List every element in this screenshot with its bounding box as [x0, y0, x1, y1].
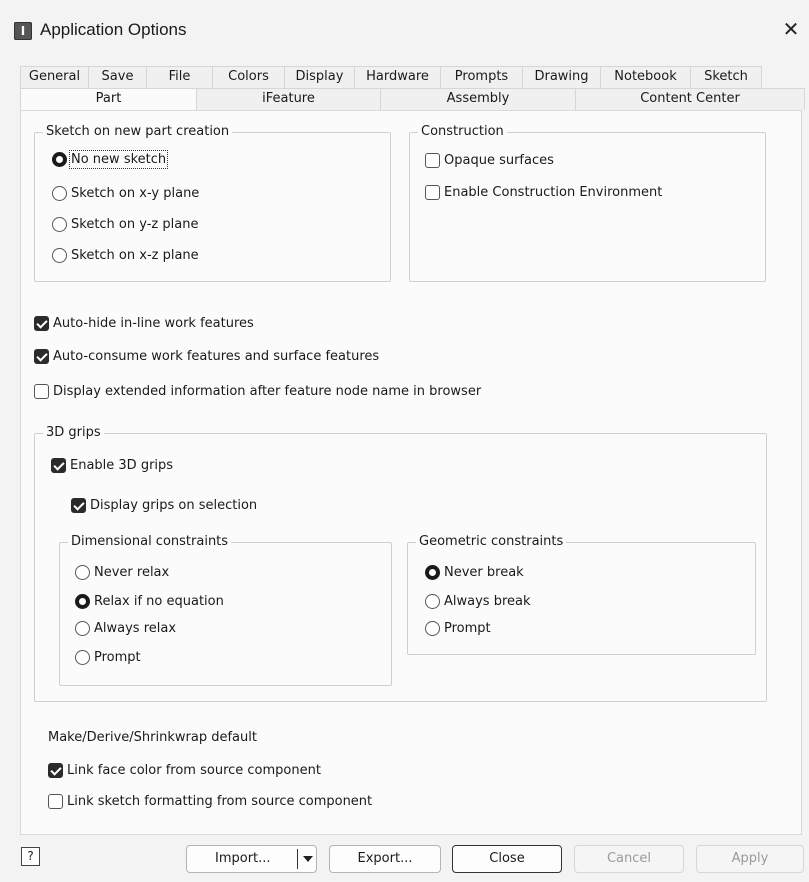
checkbox-label: Display grips on selection	[90, 498, 258, 513]
radio-indicator[interactable]	[425, 594, 440, 609]
checkbox-link-face-color[interactable]: Link face color from source component	[48, 763, 321, 778]
radio-indicator[interactable]	[75, 565, 90, 580]
cancel-button[interactable]: Cancel	[574, 845, 684, 873]
checkbox-opaque-surfaces[interactable]: Opaque surfaces	[425, 153, 554, 168]
tab-notebook[interactable]: Notebook	[600, 66, 691, 88]
radio-label: Relax if no equation	[94, 594, 224, 609]
radio-indicator[interactable]	[52, 186, 67, 201]
checkbox-enable-construction-environment[interactable]: Enable Construction Environment	[425, 185, 662, 200]
tab-content-center[interactable]: Content Center	[575, 88, 805, 110]
group-label: Geometric constraints	[416, 534, 567, 549]
import-label: Import...	[215, 851, 271, 866]
application-options-window: I Application Options ✕ General Save Fil…	[0, 0, 809, 879]
chevron-down-icon[interactable]	[302, 846, 314, 882]
tab-display[interactable]: Display	[284, 66, 355, 88]
app-icon: I	[14, 22, 32, 40]
checkbox-indicator[interactable]	[34, 384, 49, 399]
tab-file[interactable]: File	[146, 66, 213, 88]
radio-no-new-sketch[interactable]: No new sketch	[52, 150, 169, 169]
tab-row-1: General Save File Colors Display Hardwar…	[20, 66, 762, 88]
radio-label: Sketch on x-y plane	[71, 186, 200, 201]
checkbox-link-sketch-formatting[interactable]: Link sketch formatting from source compo…	[48, 794, 372, 809]
checkbox-label: Enable Construction Environment	[444, 185, 663, 200]
tab-assembly[interactable]: Assembly	[380, 88, 576, 110]
title-bar: I Application Options ✕	[0, 0, 809, 56]
radio-label: Never relax	[94, 565, 170, 580]
radio-never-relax[interactable]: Never relax	[75, 565, 169, 580]
radio-indicator[interactable]	[52, 248, 67, 263]
checkbox-indicator[interactable]	[34, 349, 49, 364]
checkbox-label: Link face color from source component	[67, 763, 321, 778]
radio-never-break[interactable]: Never break	[425, 565, 524, 580]
checkbox-indicator[interactable]	[51, 458, 66, 473]
checkbox-auto-consume-work-features[interactable]: Auto-consume work features and surface f…	[34, 349, 379, 364]
radio-label: Always relax	[94, 621, 177, 636]
radio-sketch-xy[interactable]: Sketch on x-y plane	[52, 186, 199, 201]
tab-hardware[interactable]: Hardware	[354, 66, 441, 88]
radio-label: Sketch on y-z plane	[71, 217, 199, 232]
tab-drawing[interactable]: Drawing	[522, 66, 601, 88]
radio-indicator[interactable]	[52, 152, 67, 167]
radio-label: Sketch on x-z plane	[71, 248, 199, 263]
radio-label: No new sketch	[68, 150, 169, 169]
group-label: Dimensional constraints	[68, 534, 232, 549]
radio-relax-if-no-equation[interactable]: Relax if no equation	[75, 594, 224, 609]
radio-sketch-xz[interactable]: Sketch on x-z plane	[52, 248, 199, 263]
group-label: Construction	[418, 124, 507, 139]
radio-geometric-prompt[interactable]: Prompt	[425, 621, 491, 636]
tab-general[interactable]: General	[20, 66, 89, 88]
checkbox-indicator[interactable]	[425, 153, 440, 168]
export-button[interactable]: Export...	[329, 845, 441, 873]
tab-sketch[interactable]: Sketch	[690, 66, 762, 88]
checkbox-indicator[interactable]	[71, 498, 86, 513]
radio-indicator[interactable]	[425, 621, 440, 636]
checkbox-label: Opaque surfaces	[444, 153, 554, 168]
checkbox-label: Link sketch formatting from source compo…	[67, 794, 373, 809]
close-button[interactable]: Close	[452, 845, 562, 873]
radio-always-relax[interactable]: Always relax	[75, 621, 176, 636]
checkbox-indicator[interactable]	[48, 794, 63, 809]
import-button[interactable]: Import...	[186, 845, 317, 873]
radio-indicator[interactable]	[75, 594, 90, 609]
radio-indicator[interactable]	[52, 217, 67, 232]
radio-sketch-yz[interactable]: Sketch on y-z plane	[52, 217, 198, 232]
checkbox-auto-hide-work-features[interactable]: Auto-hide in-line work features	[34, 316, 254, 331]
radio-label: Prompt	[94, 650, 141, 665]
checkbox-indicator[interactable]	[34, 316, 49, 331]
tab-colors[interactable]: Colors	[212, 66, 285, 88]
help-icon[interactable]: ?	[21, 847, 40, 866]
split-divider	[297, 849, 298, 869]
group-label: 3D grips	[43, 425, 104, 440]
radio-indicator[interactable]	[75, 621, 90, 636]
group-label: Sketch on new part creation	[43, 124, 233, 139]
checkbox-label: Enable 3D grips	[70, 458, 174, 473]
checkbox-label: Auto-consume work features and surface f…	[53, 349, 380, 364]
tab-row-2: Part iFeature Assembly Content Center	[20, 88, 805, 111]
tab-prompts[interactable]: Prompts	[440, 66, 523, 88]
checkbox-display-grips-on-selection[interactable]: Display grips on selection	[71, 498, 257, 513]
tab-ifeature[interactable]: iFeature	[196, 88, 381, 110]
make-derive-heading: Make/Derive/Shrinkwrap default	[48, 730, 257, 745]
tab-save[interactable]: Save	[88, 66, 147, 88]
checkbox-indicator[interactable]	[425, 185, 440, 200]
checkbox-indicator[interactable]	[48, 763, 63, 778]
tab-part[interactable]: Part	[20, 88, 197, 111]
close-icon[interactable]: ✕	[776, 14, 806, 44]
window-title: Application Options	[40, 20, 187, 39]
radio-label: Prompt	[444, 621, 491, 636]
checkbox-enable-3d-grips[interactable]: Enable 3D grips	[51, 458, 173, 473]
checkbox-display-extended-info[interactable]: Display extended information after featu…	[34, 384, 481, 399]
radio-always-break[interactable]: Always break	[425, 594, 531, 609]
apply-button[interactable]: Apply	[696, 845, 804, 873]
checkbox-label: Display extended information after featu…	[53, 384, 482, 399]
checkbox-label: Auto-hide in-line work features	[53, 316, 254, 331]
radio-indicator[interactable]	[75, 650, 90, 665]
radio-label: Never break	[444, 565, 524, 580]
radio-dimensional-prompt[interactable]: Prompt	[75, 650, 141, 665]
radio-label: Always break	[444, 594, 531, 609]
radio-indicator[interactable]	[425, 565, 440, 580]
